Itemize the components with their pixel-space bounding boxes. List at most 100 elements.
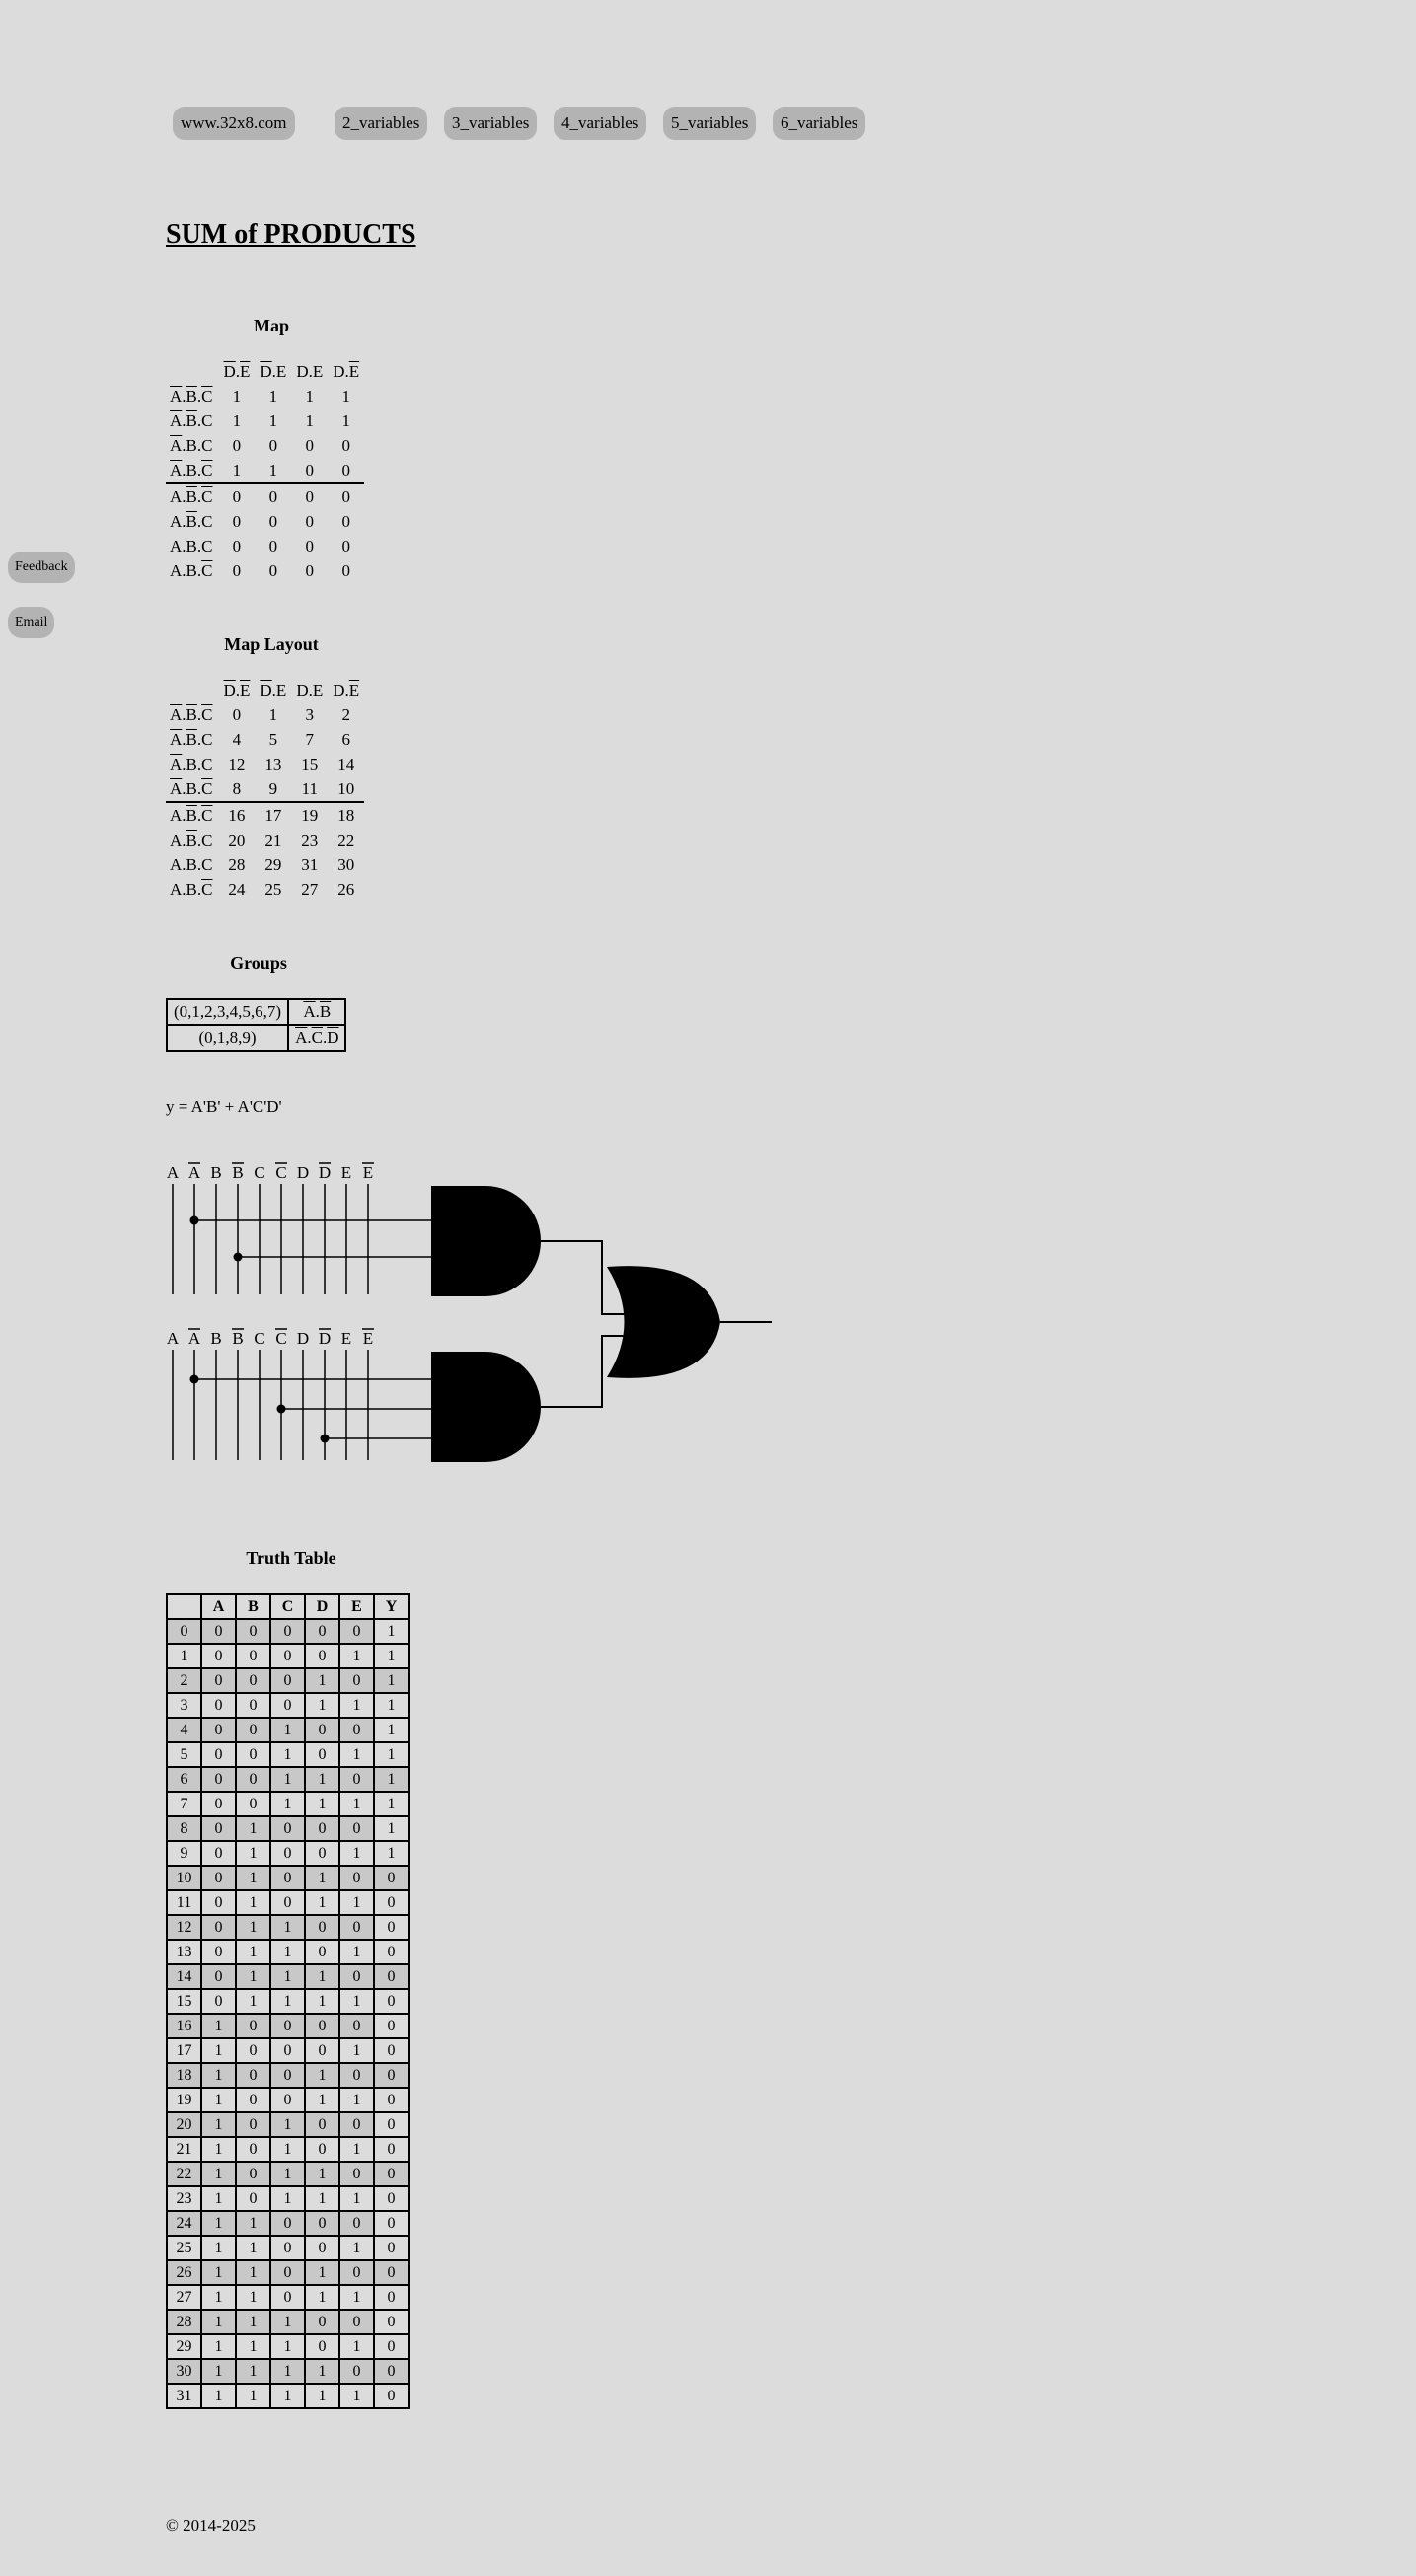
feedback-button[interactable]: Feedback xyxy=(8,552,75,583)
truth-row: 18 1 0 0 1 0 0 xyxy=(166,2062,410,2089)
nav-5-variables-link[interactable]: 5_variables xyxy=(663,107,757,140)
layout-cell: 30 xyxy=(337,854,355,874)
layout-col-header: D.E xyxy=(223,680,251,699)
truth-cell: 0 xyxy=(200,1815,237,1842)
truth-row: 14 0 1 1 1 0 0 xyxy=(166,1963,410,1990)
map-row: A.B.C 0 0 0 0 xyxy=(166,483,364,509)
map-cell: 0 xyxy=(268,560,278,580)
truth-cell: 16 xyxy=(166,2013,202,2039)
nav-home-link[interactable]: www.32x8.com xyxy=(173,107,295,140)
truth-cell: 0 xyxy=(373,2161,410,2187)
truth-cell: 0 xyxy=(200,1963,237,1990)
nav-2-variables-link[interactable]: 2_variables xyxy=(335,107,428,140)
truth-cell: 7 xyxy=(166,1791,202,1817)
truth-cell: 1 xyxy=(200,2037,237,2064)
truth-cell: 1 xyxy=(235,2333,271,2360)
truth-cell: 1 xyxy=(373,1643,410,1669)
nav-3-variables-link[interactable]: 3_variables xyxy=(444,107,538,140)
truth-row: 6001101 xyxy=(166,1766,410,1793)
map-row: A.B.C 1 1 0 0 xyxy=(166,458,365,484)
layout-row: A.B.C 12 13 15 14 xyxy=(166,752,364,776)
truth-cell: 1 xyxy=(235,1939,271,1965)
input-label: C xyxy=(254,1329,264,1348)
layout-cell: 8 xyxy=(218,776,256,803)
truth-cell: 1 xyxy=(235,2358,271,2385)
truth-cell: 0 xyxy=(338,1815,375,1842)
truth-cell: 1 xyxy=(269,2383,306,2409)
map-cell: 0 xyxy=(305,486,315,506)
truth-cell: 8 xyxy=(166,1815,202,1842)
input-label: A xyxy=(188,1163,201,1182)
layout-cell: 22 xyxy=(337,830,355,849)
truth-cell: 1 xyxy=(338,1889,375,1916)
truth-cell: 0 xyxy=(235,1741,271,1768)
truth-row: 7001111 xyxy=(166,1791,410,1817)
truth-cell: 0 xyxy=(235,1766,271,1793)
email-button[interactable]: Email xyxy=(8,607,55,638)
truth-table: ABCDEY0000001100001120001013000111400100… xyxy=(166,1593,410,2409)
map-row-header: A.B.C xyxy=(170,511,213,531)
truth-row: 4001001 xyxy=(166,1717,410,1743)
layout-cell: 7 xyxy=(305,729,315,749)
truth-cell: 1 xyxy=(269,2185,306,2212)
truth-cell: 0 xyxy=(338,2210,375,2237)
truth-cell: 1 xyxy=(338,2087,375,2113)
truth-row: 24 1 1 0 0 0 0 xyxy=(166,2210,410,2237)
boolean-expression: y = A'B' + A'C'D' xyxy=(166,1097,282,1116)
truth-cell: 1 xyxy=(269,2358,306,2385)
map-cell: 0 xyxy=(328,458,365,484)
truth-cell: 1 xyxy=(235,1988,271,2015)
groups-title: Groups xyxy=(230,953,287,973)
layout-cell: 16 xyxy=(228,805,246,825)
truth-cell: 1 xyxy=(200,2013,237,2039)
truth-cell: 1 xyxy=(200,2185,237,2212)
map-cell: 0 xyxy=(268,486,278,506)
truth-cell: 0 xyxy=(235,2111,271,2138)
input-label: E xyxy=(363,1163,373,1182)
truth-cell: 1 xyxy=(269,1717,306,1743)
truth-cell: 0 xyxy=(373,1963,410,1990)
truth-cell: 0 xyxy=(269,2062,306,2089)
layout-cell: 0 xyxy=(232,704,242,724)
truth-cell: 0 xyxy=(269,2235,306,2261)
truth-cell: 1 xyxy=(373,1815,410,1842)
truth-cell: 1 xyxy=(304,1988,340,2015)
truth-cell: 0 xyxy=(235,1643,271,1669)
truth-cell: 0 xyxy=(304,2136,340,2163)
truth-cell: 1 xyxy=(304,1667,340,1694)
truth-cell: 1 xyxy=(200,2333,237,2360)
junction-dot xyxy=(276,1404,286,1414)
layout-cell: 4 xyxy=(232,729,242,749)
truth-cell: 0 xyxy=(373,2259,410,2286)
truth-cell: 0 xyxy=(269,2284,306,2311)
nav-4-variables-link[interactable]: 4_variables xyxy=(554,107,647,140)
truth-cell: 0 xyxy=(235,2161,271,2187)
truth-cell: 22 xyxy=(166,2161,202,2187)
truth-cell: 1 xyxy=(373,1840,410,1867)
truth-header-cell: D xyxy=(304,1593,340,1620)
layout-cell: 9 xyxy=(255,776,292,803)
truth-cell: 1 xyxy=(200,2235,237,2261)
input-label: B xyxy=(232,1163,243,1182)
truth-cell: 1 xyxy=(166,1643,202,1669)
truth-cell: 1 xyxy=(338,1692,375,1719)
truth-cell: 15 xyxy=(166,1988,202,2015)
layout-cell: 27 xyxy=(301,879,319,899)
truth-cell: 1 xyxy=(200,2087,237,2113)
truth-row: 5001011 xyxy=(166,1741,410,1768)
truth-cell: 0 xyxy=(373,2111,410,2138)
truth-cell: 0 xyxy=(373,2136,410,2163)
input-label: E xyxy=(363,1329,373,1348)
truth-cell: 0 xyxy=(304,2037,340,2064)
nav-6-variables-link[interactable]: 6_variables xyxy=(773,107,866,140)
truth-cell: 0 xyxy=(338,2161,375,2187)
truth-header-row: ABCDEY xyxy=(166,1593,410,1620)
truth-cell: 1 xyxy=(235,2235,271,2261)
truth-row: 23 1 0 1 1 1 0 xyxy=(166,2185,410,2212)
truth-cell: 1 xyxy=(269,1914,306,1941)
truth-cell: 0 xyxy=(235,2087,271,2113)
truth-cell: 0 xyxy=(304,1815,340,1842)
truth-cell: 0 xyxy=(373,2383,410,2409)
input-label: E xyxy=(341,1329,351,1348)
truth-cell: 1 xyxy=(200,2309,237,2335)
